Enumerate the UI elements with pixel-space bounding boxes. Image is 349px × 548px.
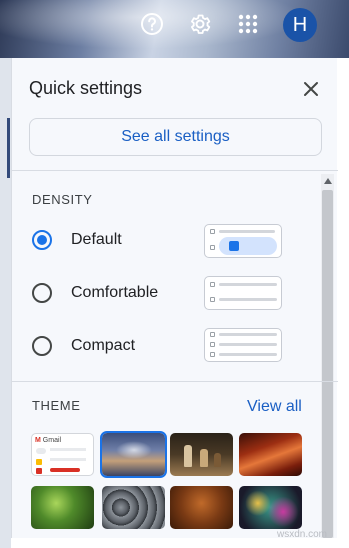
- divider: [12, 170, 338, 171]
- theme-thumb-colorful-lights[interactable]: [239, 486, 302, 529]
- theme-heading: THEME: [32, 398, 81, 413]
- density-default-radio[interactable]: [32, 230, 52, 250]
- left-strip: [0, 58, 11, 548]
- theme-thumb-autumn-leaves[interactable]: [170, 486, 233, 529]
- document-icon: [229, 241, 239, 251]
- theme-thumb-canyon[interactable]: [239, 433, 302, 476]
- density-compact-label: Compact: [71, 337, 136, 354]
- gmail-logo-icon: M Gmail: [35, 437, 62, 444]
- scroll-up-button[interactable]: [321, 174, 334, 188]
- apps-grid-icon[interactable]: [234, 10, 262, 38]
- view-all-themes-link[interactable]: View all: [247, 398, 302, 416]
- scrollbar-thumb[interactable]: [322, 190, 333, 538]
- close-icon: [304, 82, 318, 96]
- density-default-preview: [204, 224, 282, 258]
- density-comfortable-label: Comfortable: [71, 284, 159, 301]
- density-default-preview-chip: [219, 237, 277, 255]
- quick-settings-panel: Quick settings See all settings DENSITY …: [11, 58, 338, 538]
- theme-thumb-chess[interactable]: [170, 433, 233, 476]
- top-bar: H: [0, 0, 349, 58]
- account-avatar[interactable]: H: [283, 8, 317, 42]
- see-all-settings-button[interactable]: See all settings: [29, 118, 322, 156]
- density-default-label: Default: [71, 231, 122, 248]
- panel-title: Quick settings: [29, 78, 143, 98]
- divider: [12, 381, 338, 382]
- density-comfortable-radio[interactable]: [32, 283, 52, 303]
- density-comfortable-preview: [204, 276, 282, 310]
- density-compact-preview: [204, 328, 282, 362]
- close-button[interactable]: [300, 78, 322, 100]
- theme-thumb-stormy-sky[interactable]: [100, 431, 167, 478]
- theme-thumb-green-plant[interactable]: [31, 486, 94, 529]
- watermark: wsxdn.com: [277, 529, 328, 540]
- chevron-up-icon: [323, 178, 332, 184]
- theme-thumb-pipes[interactable]: [102, 486, 165, 529]
- settings-gear-icon[interactable]: [186, 10, 214, 38]
- density-compact-radio[interactable]: [32, 336, 52, 356]
- left-strip-accent: [7, 118, 10, 178]
- avatar-initial: H: [292, 13, 308, 36]
- theme-thumb-default[interactable]: M Gmail: [31, 433, 94, 476]
- help-icon[interactable]: [138, 10, 166, 38]
- density-heading: DENSITY: [32, 192, 93, 207]
- see-all-settings-label: See all settings: [121, 128, 230, 145]
